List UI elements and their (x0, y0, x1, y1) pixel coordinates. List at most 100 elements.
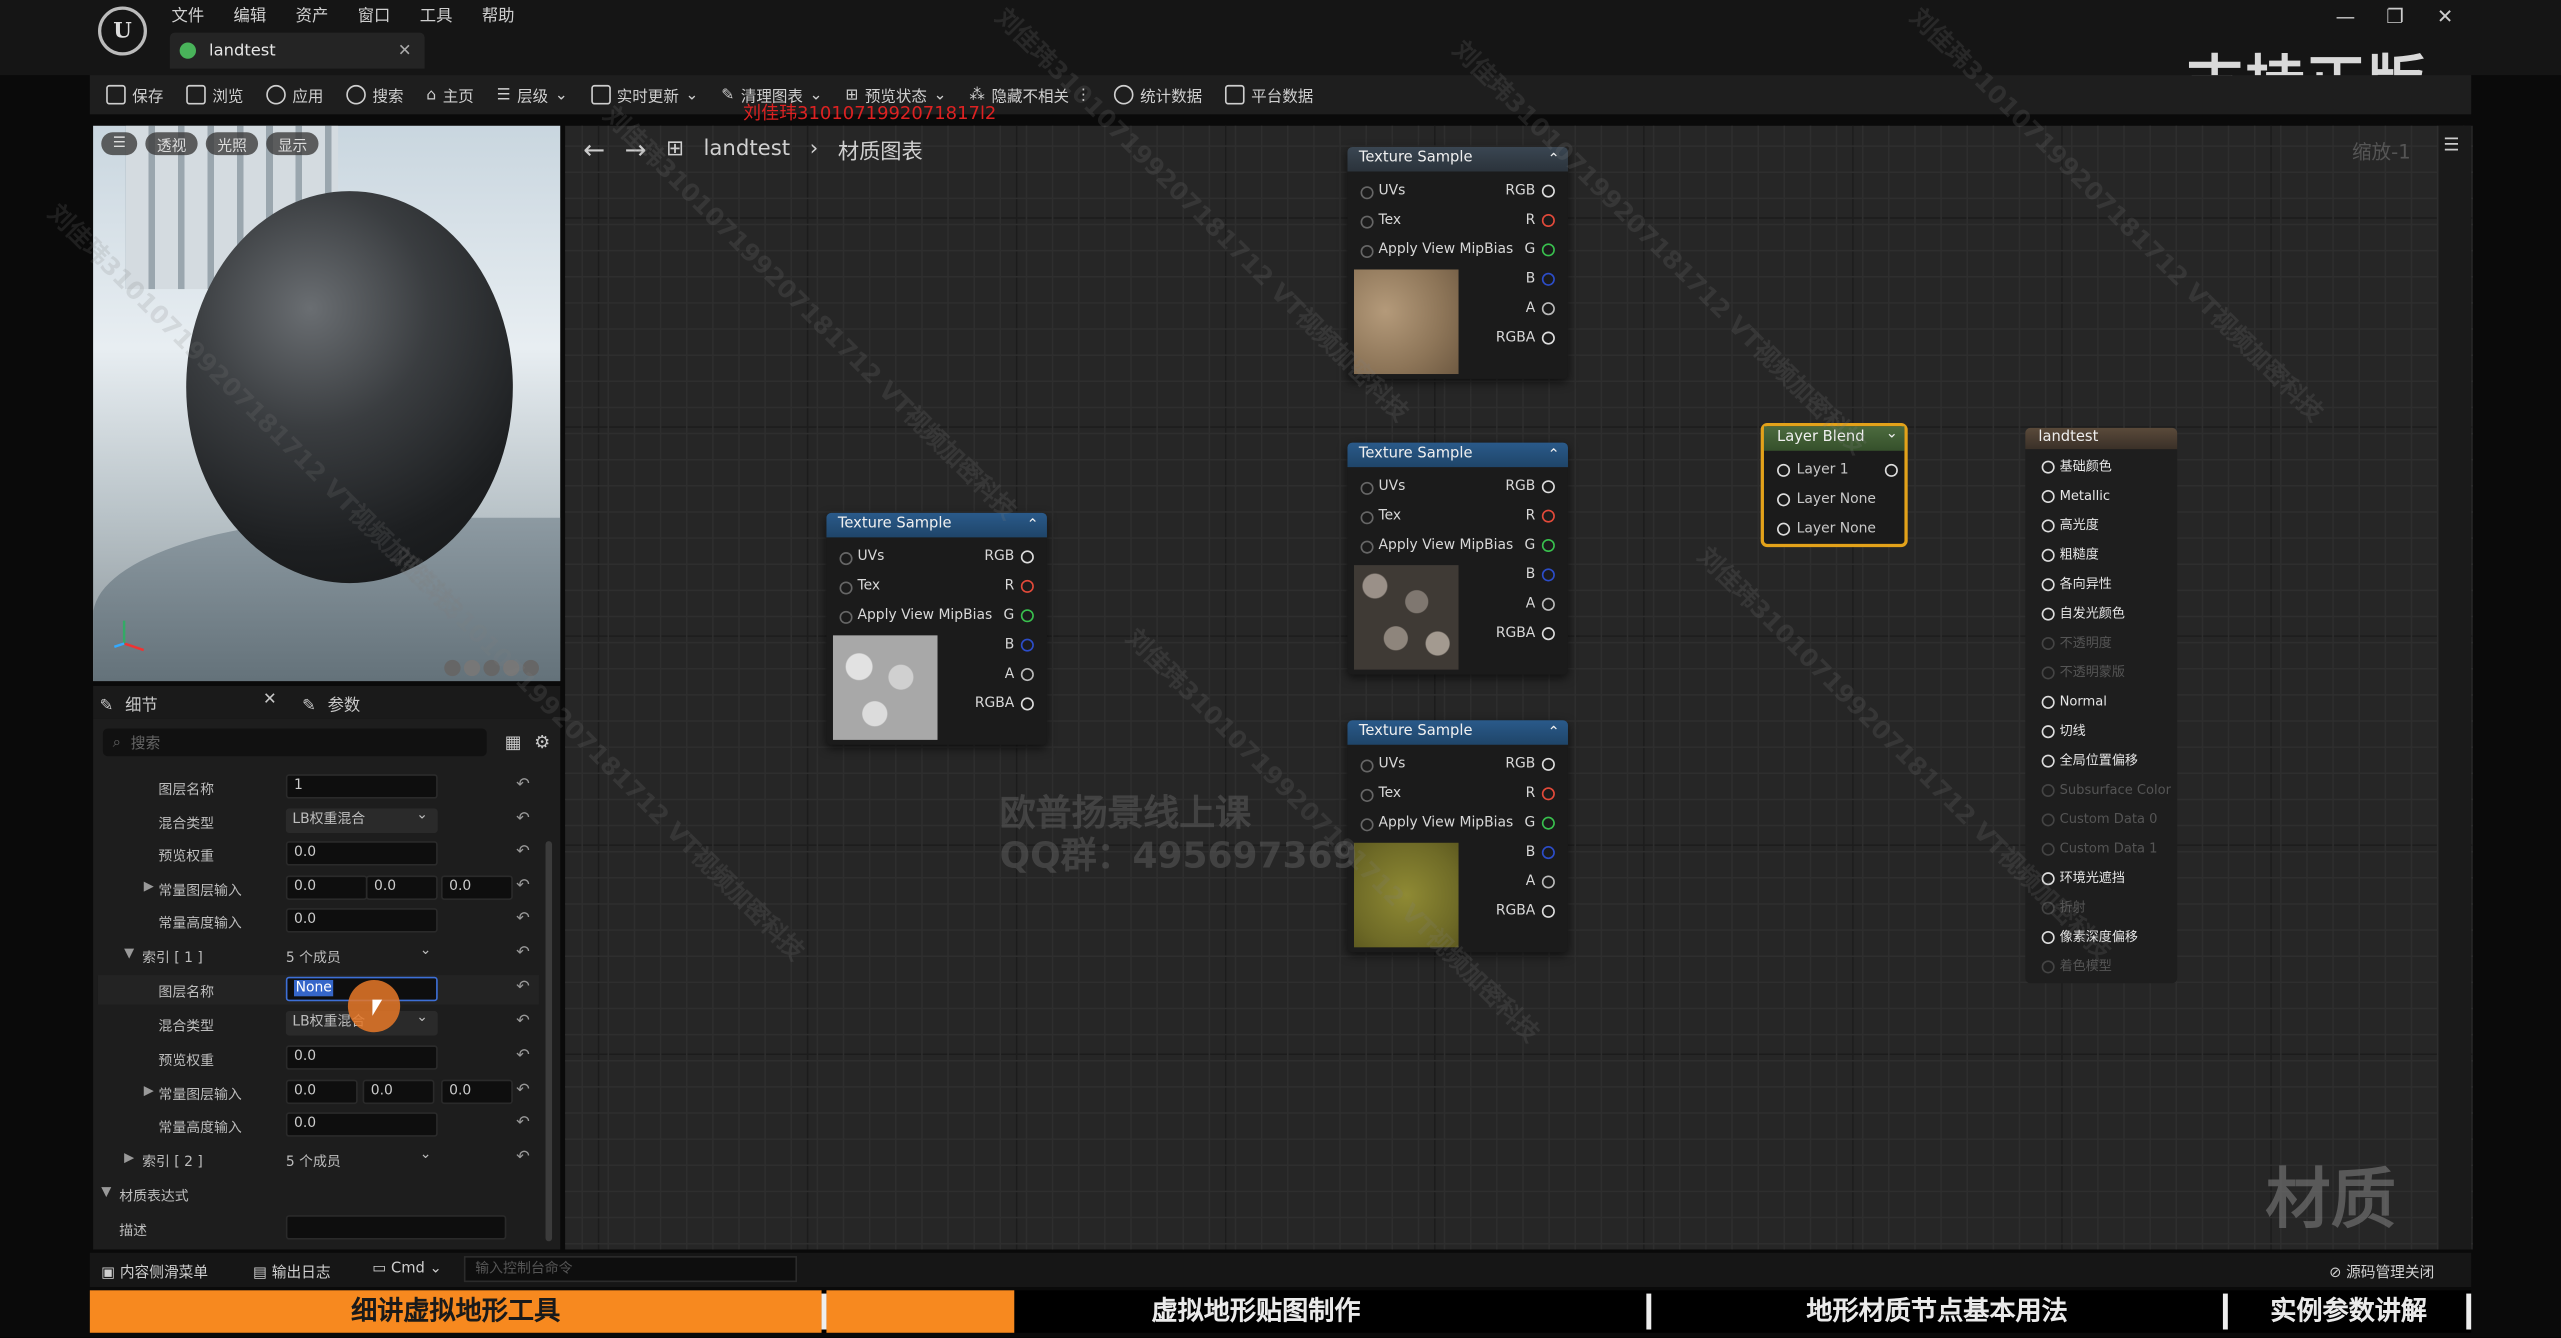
layer-pin[interactable]: Layer 1 (1777, 457, 1849, 483)
const-layer-input-y[interactable]: 0.0 (365, 875, 438, 900)
reset-icon[interactable]: ↶ (516, 1013, 530, 1031)
perspective-button[interactable]: 透视 (145, 132, 198, 156)
browse-button[interactable]: 浏览 (186, 83, 243, 106)
output-pin[interactable] (1884, 463, 1898, 477)
material-pin[interactable]: 像素深度偏移 (2041, 923, 2138, 952)
output-pin-r[interactable]: R (1005, 573, 1034, 599)
output-pin-rgba[interactable]: RGBA (1496, 621, 1556, 647)
more-options-icon[interactable]: ⋮ (1076, 86, 1092, 104)
close-window-icon[interactable]: ✕ (2437, 5, 2453, 28)
tab-parameters[interactable]: ✎ 参数 (302, 691, 360, 715)
material-output-node[interactable]: landtest 基础颜色 Metallic 高光度 粗糙度 各向异性 自发光颜… (2025, 427, 2178, 984)
texture-sample-node[interactable]: Texture Sample UVs Tex Apply View MipBia… (826, 512, 1047, 745)
const-layer-input-z[interactable]: 0.0 (440, 1079, 513, 1105)
save-button[interactable]: 保存 (106, 83, 163, 106)
layer-name-field[interactable]: 1 (285, 774, 438, 799)
material-pin[interactable]: Metallic (2041, 482, 2110, 511)
layer-pin[interactable]: Layer None (1777, 487, 1876, 513)
const-layer-input-y[interactable]: 0.0 (362, 1079, 435, 1105)
output-pin-rgba[interactable]: RGBA (1496, 325, 1556, 351)
menu-help[interactable]: 帮助 (482, 2, 515, 26)
output-pin-r[interactable]: R (1526, 207, 1555, 233)
expand-arrow-icon[interactable]: ▶ (144, 1083, 154, 1098)
output-pin-a[interactable]: A (1526, 296, 1555, 322)
document-tab[interactable]: landtest ✕ (169, 32, 425, 69)
preview-viewport[interactable] (93, 125, 561, 682)
menu-asset[interactable]: 资产 (296, 2, 329, 26)
material-pin[interactable]: Normal (2041, 688, 2107, 717)
live-update-button[interactable]: 实时更新 ⌄ (590, 83, 698, 106)
material-pin[interactable]: 自发光颜色 (2041, 599, 2125, 628)
show-button[interactable]: 显示 (266, 132, 319, 156)
material-pin[interactable]: 基础颜色 (2041, 452, 2112, 481)
reset-icon[interactable]: ↶ (516, 1114, 530, 1132)
table-view-icon[interactable]: ▦ (505, 732, 522, 753)
output-pin-b[interactable]: B (1526, 266, 1555, 292)
viewport-menu-icon[interactable]: ☰ (101, 132, 138, 156)
platform-stats-button[interactable]: 平台数据 (1225, 83, 1313, 106)
blend-type-dropdown[interactable]: LB权重混合 (285, 804, 438, 833)
reset-icon[interactable]: ↶ (516, 1047, 530, 1065)
apply-button[interactable]: 应用 (266, 83, 323, 106)
reset-icon[interactable]: ↶ (516, 843, 530, 861)
stats-button[interactable]: 统计数据 (1113, 83, 1202, 106)
expand-arrow-icon[interactable]: ▶ (144, 879, 154, 894)
reset-icon[interactable]: ↶ (516, 910, 530, 928)
content-drawer-button[interactable]: ▣ 内容侧滑菜单 (101, 1261, 208, 1282)
search-button[interactable]: 搜索 (346, 83, 404, 106)
output-pin-a[interactable]: A (1005, 661, 1034, 687)
layer-blend-node[interactable]: Layer Blend Layer 1 Layer None Layer Non… (1760, 423, 1908, 548)
input-pin[interactable]: Apply View MipBias (1360, 532, 1513, 558)
chevron-down-icon[interactable]: ⌄ (420, 942, 432, 958)
plane-shape-icon[interactable] (483, 659, 500, 677)
reset-icon[interactable]: ↶ (516, 1081, 530, 1099)
texture-sample-node[interactable]: Texture Sample UVs Tex Apply View MipBia… (1347, 146, 1568, 379)
output-pin-g[interactable]: G (1525, 237, 1555, 263)
details-scrollbar[interactable] (545, 841, 553, 1242)
forward-arrow-icon[interactable]: → (625, 134, 647, 165)
const-layer-input-x[interactable]: 0.0 (285, 875, 368, 900)
output-pin-rgb[interactable]: RGB (1505, 751, 1556, 777)
texture-sample-node[interactable]: Texture Sample UVs Tex Apply View MipBia… (1347, 442, 1568, 675)
minimize-icon[interactable]: — (2336, 5, 2356, 28)
material-pin[interactable]: 切线 (2041, 717, 2086, 746)
output-pin-a[interactable]: A (1526, 591, 1555, 617)
breadcrumb-root[interactable]: landtest (703, 137, 790, 161)
back-arrow-icon[interactable]: ← (583, 134, 605, 165)
const-layer-input-z[interactable]: 0.0 (440, 875, 513, 900)
menu-edit[interactable]: 编辑 (234, 2, 267, 26)
output-pin-rgba[interactable]: RGBA (1496, 898, 1556, 924)
const-height-input-field[interactable]: 0.0 (285, 908, 438, 933)
palette-side-strip[interactable] (2438, 125, 2472, 1250)
output-pin-g[interactable]: G (1004, 603, 1034, 629)
const-height-input-field[interactable]: 0.0 (285, 1112, 438, 1137)
input-pin[interactable]: Tex (1360, 503, 1401, 529)
output-pin-r[interactable]: R (1526, 503, 1555, 529)
material-pin[interactable]: 各向异性 (2041, 570, 2112, 599)
maximize-icon[interactable]: ❐ (2386, 5, 2404, 28)
layer-pin[interactable]: Layer None (1777, 516, 1876, 542)
source-control-button[interactable]: ⊘ 源码管理关闭 (2329, 1261, 2434, 1282)
output-pin-g[interactable]: G (1525, 532, 1555, 558)
sphere-shape-icon[interactable] (463, 659, 481, 677)
input-pin[interactable]: Tex (1360, 207, 1401, 233)
hierarchy-button[interactable]: ☰ 层级 ⌄ (497, 83, 568, 106)
material-pin[interactable]: 粗糙度 (2041, 541, 2099, 570)
output-pin-rgba[interactable]: RGBA (975, 691, 1035, 717)
output-log-button[interactable]: ▤ 输出日志 (253, 1261, 330, 1282)
output-pin-b[interactable]: B (1005, 632, 1034, 658)
console-command-input[interactable]: 输入控制台命令 (463, 1256, 798, 1283)
output-pin-b[interactable]: B (1526, 840, 1555, 866)
reset-icon[interactable]: ↶ (516, 877, 530, 895)
output-pin-rgb[interactable]: RGB (984, 544, 1035, 570)
cube-shape-icon[interactable] (503, 659, 520, 677)
tab-details[interactable]: ✎ 细节 ✕ (100, 691, 283, 717)
category-row[interactable]: ▼ 材质表达式 (98, 1179, 539, 1208)
input-pin[interactable]: UVs (1360, 178, 1405, 204)
input-pin[interactable]: Tex (1360, 781, 1401, 807)
menu-tools[interactable]: 工具 (420, 2, 453, 26)
reset-icon[interactable]: ↶ (516, 810, 530, 828)
expand-arrow-icon[interactable]: ▶ (124, 1150, 134, 1165)
cmd-dropdown[interactable]: ▭ Cmd ⌄ (372, 1261, 441, 1277)
input-pin[interactable]: Tex (839, 573, 880, 599)
